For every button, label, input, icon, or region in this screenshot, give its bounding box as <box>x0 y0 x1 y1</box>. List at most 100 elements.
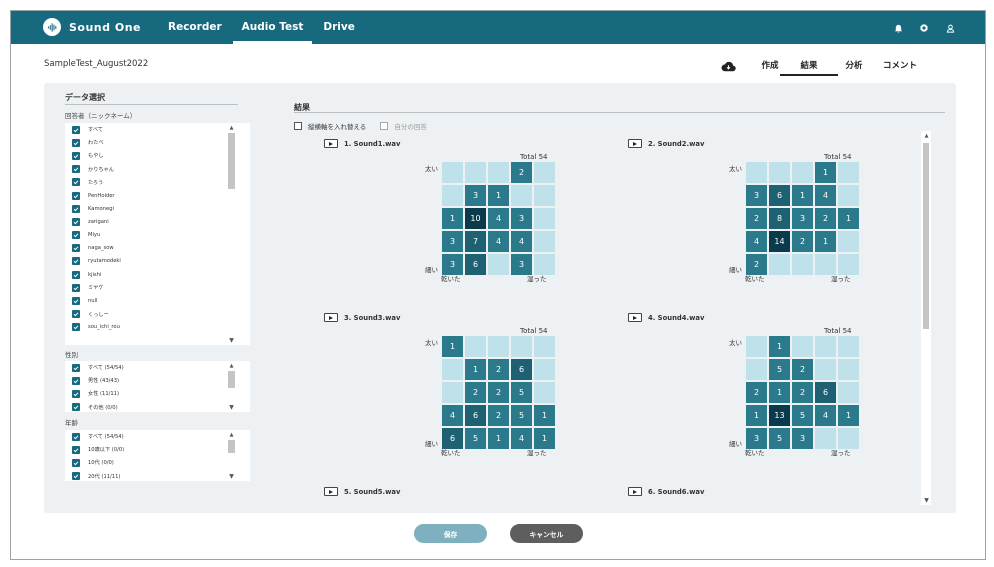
checkbox-checked-icon[interactable] <box>72 363 80 372</box>
checkbox-checked-icon[interactable] <box>72 217 80 226</box>
list-item[interactable]: もやし <box>65 149 250 162</box>
play-button[interactable] <box>324 313 338 322</box>
heatmap-cell: 5 <box>769 359 790 380</box>
age-scrollbar[interactable]: ▲ ▼ <box>227 430 236 481</box>
checkbox-checked-icon[interactable] <box>72 376 80 385</box>
checkbox-checked-icon[interactable] <box>72 283 80 292</box>
list-item[interactable]: Kamonegi <box>65 202 250 215</box>
respondents-scrollbar[interactable]: ▲ ▼ <box>227 123 236 345</box>
heatmap-cell: 4 <box>442 405 463 426</box>
checkbox-checked-icon[interactable] <box>72 389 80 398</box>
scroll-thumb[interactable] <box>228 440 235 453</box>
list-item[interactable]: すべて (54/54) <box>65 361 250 374</box>
header-tabs: 作成 結果 分析 コメント <box>721 57 924 76</box>
checkbox-box[interactable] <box>294 122 302 130</box>
heatmap-cell <box>792 162 813 183</box>
own-answer-checkbox[interactable]: 自分の回答 <box>380 121 427 131</box>
scroll-down-icon[interactable]: ▼ <box>923 497 930 504</box>
checkbox-checked-icon[interactable] <box>72 403 80 412</box>
checkbox-box[interactable] <box>380 122 389 130</box>
play-button[interactable] <box>324 487 338 496</box>
results-scrollbar[interactable]: ▲ ▼ <box>921 131 931 505</box>
nav-item-drive[interactable]: Drive <box>314 11 363 44</box>
list-item[interactable]: ミヤケ <box>65 281 250 294</box>
list-item-label: ryutamodeki <box>88 258 121 265</box>
play-button[interactable] <box>628 313 642 322</box>
scroll-thumb[interactable] <box>923 143 929 329</box>
checkbox-checked-icon[interactable] <box>72 178 80 187</box>
checkbox-checked-icon[interactable] <box>72 231 80 240</box>
app-logo[interactable]: Sound One <box>43 18 141 36</box>
list-item[interactable]: すべて (54/54) <box>65 430 250 443</box>
checkbox-checked-icon[interactable] <box>72 138 80 147</box>
checkbox-checked-icon[interactable] <box>72 445 80 454</box>
y-axis-bottom-label: 細い <box>425 266 438 274</box>
scroll-up-icon[interactable]: ▲ <box>228 363 235 369</box>
list-item[interactable]: zarigani <box>65 215 250 228</box>
list-item[interactable]: Miyu <box>65 229 250 242</box>
gear-icon[interactable] <box>917 21 931 35</box>
play-button[interactable] <box>324 139 338 148</box>
list-item[interactable]: すべて <box>65 123 250 136</box>
tab-2[interactable]: 分析 <box>832 57 876 76</box>
scroll-down-icon[interactable]: ▼ <box>228 404 235 411</box>
heatmap-cell: 1 <box>534 405 555 426</box>
scroll-down-icon[interactable]: ▼ <box>228 473 235 480</box>
nav-item-audio-test[interactable]: Audio Test <box>232 11 313 44</box>
list-item[interactable]: その他 (0/0) <box>65 401 250 412</box>
checkbox-checked-icon[interactable] <box>72 432 80 441</box>
list-item[interactable]: null <box>65 294 250 307</box>
checkbox-checked-icon[interactable] <box>72 270 80 279</box>
scroll-up-icon[interactable]: ▲ <box>923 133 930 139</box>
list-item[interactable]: 10代 (0/0) <box>65 456 250 469</box>
heatmap-cell: 6 <box>815 382 836 403</box>
play-icon <box>329 315 333 320</box>
tab-3[interactable]: コメント <box>876 57 924 76</box>
list-item[interactable]: くっしー <box>65 308 250 321</box>
checkbox-checked-icon[interactable] <box>72 310 80 319</box>
list-item[interactable]: ryutamodeki <box>65 255 250 268</box>
list-item[interactable]: naga_sow <box>65 242 250 255</box>
scroll-thumb[interactable] <box>228 133 235 189</box>
heatmap-grid: 1 3 6 1 4 2 8 3 2 1 4 14 2 1 2 <box>746 162 859 275</box>
list-item[interactable]: sou_ichi_rou <box>65 321 250 334</box>
list-item[interactable]: kjishi <box>65 268 250 281</box>
scroll-thumb[interactable] <box>228 371 235 388</box>
scroll-down-icon[interactable]: ▼ <box>228 337 235 344</box>
list-item[interactable]: 女性 (11/11) <box>65 387 250 400</box>
checkbox-checked-icon[interactable] <box>72 458 80 467</box>
list-item[interactable]: 男性 (43/43) <box>65 374 250 387</box>
checkbox-checked-icon[interactable] <box>72 165 80 174</box>
sound-name: 4. Sound4.wav <box>648 313 705 322</box>
checkbox-checked-icon[interactable] <box>72 297 80 306</box>
heatmap-cell: 1 <box>815 231 836 252</box>
cancel-button[interactable]: キャンセル <box>510 524 583 543</box>
checkbox-checked-icon[interactable] <box>72 257 80 266</box>
checkbox-checked-icon[interactable] <box>72 244 80 253</box>
list-item[interactable]: かりちゃん <box>65 163 250 176</box>
list-item[interactable]: 10歳以下 (0/0) <box>65 443 250 456</box>
bell-icon[interactable] <box>891 21 905 35</box>
save-button[interactable]: 保存 <box>414 524 487 543</box>
user-icon[interactable] <box>943 21 957 35</box>
list-item[interactable]: たろう <box>65 176 250 189</box>
checkbox-checked-icon[interactable] <box>72 191 80 200</box>
scroll-up-icon[interactable]: ▲ <box>228 125 235 131</box>
nav-item-recorder[interactable]: Recorder <box>159 11 231 44</box>
checkbox-checked-icon[interactable] <box>72 151 80 160</box>
list-item[interactable]: 20代 (11/11) <box>65 470 250 481</box>
checkbox-checked-icon[interactable] <box>72 204 80 213</box>
gender-scrollbar[interactable]: ▲ ▼ <box>227 361 236 412</box>
checkbox-checked-icon[interactable] <box>72 323 80 332</box>
cloud-download-icon[interactable] <box>721 61 736 72</box>
tab-1[interactable]: 結果 <box>780 57 838 76</box>
checkbox-checked-icon[interactable] <box>72 125 80 134</box>
swap-axes-checkbox[interactable]: 縦横軸を入れ替える <box>294 121 366 131</box>
play-button[interactable] <box>628 487 642 496</box>
play-button[interactable] <box>628 139 642 148</box>
list-item[interactable]: PenHolder <box>65 189 250 202</box>
heatmap-cell: 4 <box>488 208 509 229</box>
scroll-up-icon[interactable]: ▲ <box>228 432 235 438</box>
list-item[interactable]: わたべ <box>65 136 250 149</box>
checkbox-checked-icon[interactable] <box>72 472 80 481</box>
